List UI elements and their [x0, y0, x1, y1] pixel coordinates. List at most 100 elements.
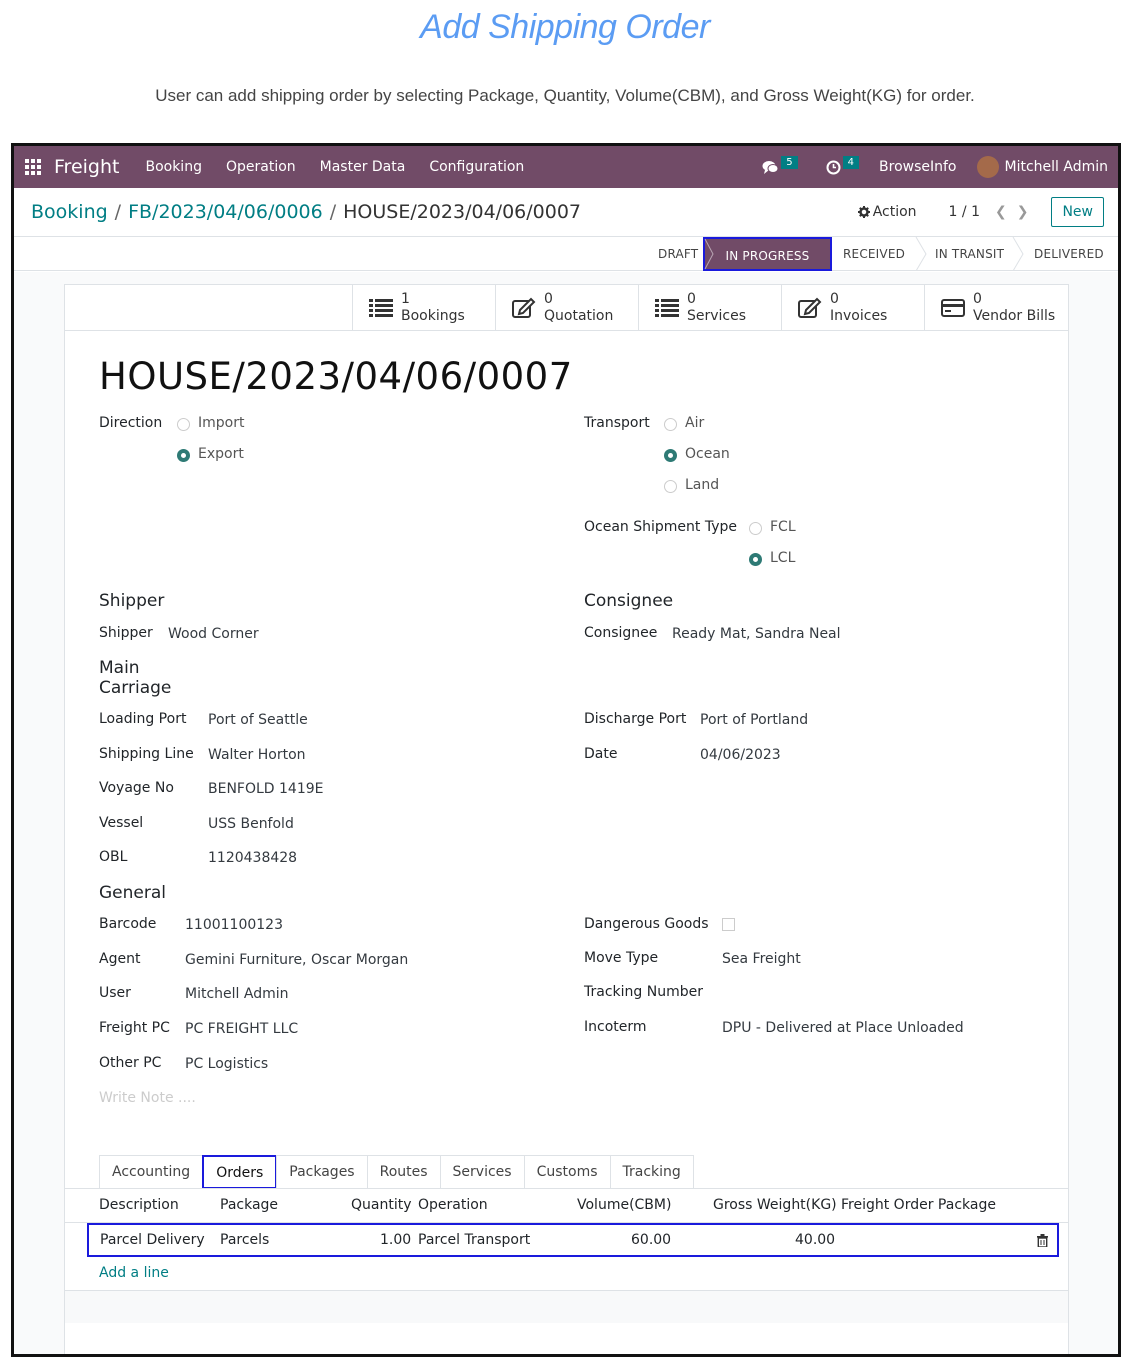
row-volume[interactable]: 60.00 — [631, 1232, 671, 1248]
transport-land-radio[interactable] — [664, 480, 677, 493]
column-description[interactable]: Description — [99, 1197, 179, 1213]
breadcrumb: Booking / FB/2023/04/06/0006 / HOUSE/202… — [31, 201, 581, 223]
stage-delivered[interactable]: DELIVERED — [1034, 237, 1104, 271]
transport-ocean-radio[interactable] — [664, 449, 677, 462]
agent-label: Agent — [99, 951, 141, 967]
ocean-lcl-radio[interactable] — [749, 553, 762, 566]
shipping-line-field[interactable]: Walter Horton — [208, 747, 306, 763]
row-description[interactable]: Parcel Delivery — [100, 1232, 205, 1248]
invoices-smart-button[interactable]: 0 Invoices — [781, 285, 925, 330]
tracking-number-field[interactable] — [722, 985, 1022, 1003]
column-volume[interactable]: Volume(CBM) — [577, 1197, 671, 1213]
company-switcher[interactable]: BrowseInfo — [879, 159, 956, 175]
messages-button[interactable]: 5 — [762, 155, 798, 175]
row-quantity[interactable]: 1.00 — [380, 1232, 411, 1248]
bookings-smart-button[interactable]: 1 Bookings — [352, 285, 496, 330]
transport-air-label[interactable]: Air — [685, 415, 704, 431]
bookings-label: Bookings — [401, 307, 465, 324]
ocean-lcl-label[interactable]: LCL — [770, 550, 795, 566]
activities-button[interactable]: 4 — [826, 155, 860, 175]
stage-draft[interactable]: DRAFT — [658, 237, 698, 271]
app-brand[interactable]: Freight — [54, 156, 119, 178]
column-package[interactable]: Package — [220, 1197, 278, 1213]
services-label: Services — [687, 307, 747, 324]
menu-master-data[interactable]: Master Data — [320, 159, 406, 175]
table-row[interactable]: Parcel Delivery Parcels 1.00 Parcel Tran… — [87, 1223, 1059, 1257]
direction-export-label[interactable]: Export — [198, 446, 244, 462]
loading-port-field[interactable]: Port of Seattle — [208, 712, 308, 728]
tab-packages[interactable]: Packages — [276, 1155, 368, 1189]
trash-icon[interactable] — [1037, 1234, 1048, 1247]
action-label: Action — [872, 204, 917, 220]
new-button[interactable]: New — [1051, 197, 1104, 227]
action-menu-button[interactable]: Action — [857, 204, 917, 220]
other-pc-label: Other PC — [99, 1055, 162, 1071]
direction-import-label[interactable]: Import — [198, 415, 244, 431]
column-quantity[interactable]: Quantity — [351, 1197, 412, 1213]
dangerous-goods-checkbox[interactable] — [722, 918, 735, 931]
apps-grid-icon[interactable] — [25, 159, 41, 175]
obl-field[interactable]: 1120438428 — [208, 850, 297, 866]
credit-card-icon — [941, 298, 965, 317]
user-avatar[interactable] — [976, 156, 999, 178]
breadcrumb-parent[interactable]: FB/2023/04/06/0006 — [128, 201, 323, 223]
consignee-field[interactable]: Ready Mat, Sandra Neal — [672, 626, 841, 642]
breadcrumb-booking[interactable]: Booking — [31, 201, 108, 223]
vendor-bills-smart-button[interactable]: 0 Vendor Bills — [924, 285, 1070, 330]
discharge-port-field[interactable]: Port of Portland — [700, 712, 808, 728]
ocean-fcl-label[interactable]: FCL — [770, 519, 796, 535]
tab-services[interactable]: Services — [439, 1155, 525, 1189]
transport-air-radio[interactable] — [664, 418, 677, 431]
stage-arrow-icon — [704, 238, 714, 270]
direction-import-radio[interactable] — [177, 418, 190, 431]
vessel-field[interactable]: USS Benfold — [208, 816, 294, 832]
direction-export-radio[interactable] — [177, 449, 190, 462]
date-label: Date — [584, 746, 618, 762]
bookings-count: 1 — [401, 290, 410, 307]
freight-pc-field[interactable]: PC FREIGHT LLC — [185, 1021, 298, 1037]
user-menu[interactable]: Mitchell Admin — [1005, 159, 1109, 175]
obl-label: OBL — [99, 849, 128, 865]
quotation-smart-button[interactable]: 0 Quotation — [495, 285, 639, 330]
user-label: User — [99, 985, 131, 1001]
menu-configuration[interactable]: Configuration — [429, 159, 524, 175]
other-pc-field[interactable]: PC Logistics — [185, 1056, 268, 1072]
tab-tracking[interactable]: Tracking — [609, 1155, 694, 1189]
add-line-link[interactable]: Add a line — [99, 1265, 169, 1281]
tab-routes[interactable]: Routes — [366, 1155, 441, 1189]
tab-orders[interactable]: Orders — [202, 1155, 278, 1189]
row-package[interactable]: Parcels — [220, 1232, 269, 1248]
main-carriage-title-line1: Main — [99, 658, 140, 678]
column-operation[interactable]: Operation — [418, 1197, 488, 1213]
voyage-no-field[interactable]: BENFOLD 1419E — [208, 781, 324, 797]
pager-next-icon[interactable]: ❯ — [1017, 204, 1029, 220]
menu-operation[interactable]: Operation — [226, 159, 296, 175]
row-operation[interactable]: Parcel Transport — [418, 1232, 530, 1248]
column-gross-weight[interactable]: Gross Weight(KG) — [713, 1197, 837, 1213]
services-smart-button[interactable]: 0 Services — [638, 285, 782, 330]
transport-ocean-label[interactable]: Ocean — [685, 446, 730, 462]
row-gross-weight[interactable]: 40.00 — [795, 1232, 835, 1248]
shipper-field[interactable]: Wood Corner — [168, 626, 259, 642]
stage-in-transit[interactable]: IN TRANSIT — [935, 237, 1004, 271]
transport-land-label[interactable]: Land — [685, 477, 719, 493]
date-field[interactable]: 04/06/2023 — [700, 747, 781, 763]
menu-booking[interactable]: Booking — [145, 159, 202, 175]
pager-value[interactable]: 1 / 1 — [949, 204, 980, 220]
note-field[interactable]: Write Note .... — [99, 1090, 196, 1106]
move-type-field[interactable]: Sea Freight — [722, 951, 801, 967]
table-footer — [65, 1291, 1068, 1323]
incoterm-field[interactable]: DPU - Delivered at Place Unloaded — [722, 1020, 964, 1036]
pager-previous-icon[interactable]: ❮ — [995, 204, 1007, 220]
stage-received[interactable]: RECEIVED — [843, 237, 905, 271]
agent-field[interactable]: Gemini Furniture, Oscar Morgan — [185, 952, 408, 968]
vendor-bills-count: 0 — [973, 290, 982, 307]
tab-customs[interactable]: Customs — [523, 1155, 611, 1189]
list-icon — [369, 298, 393, 317]
column-freight-order-package[interactable]: Freight Order Package — [841, 1197, 996, 1213]
user-field[interactable]: Mitchell Admin — [185, 986, 289, 1002]
tab-accounting[interactable]: Accounting — [99, 1155, 204, 1189]
barcode-field[interactable]: 11001100123 — [185, 917, 283, 933]
ocean-fcl-radio[interactable] — [749, 522, 762, 535]
ocean-shipment-type-label: Ocean Shipment Type — [584, 519, 737, 535]
